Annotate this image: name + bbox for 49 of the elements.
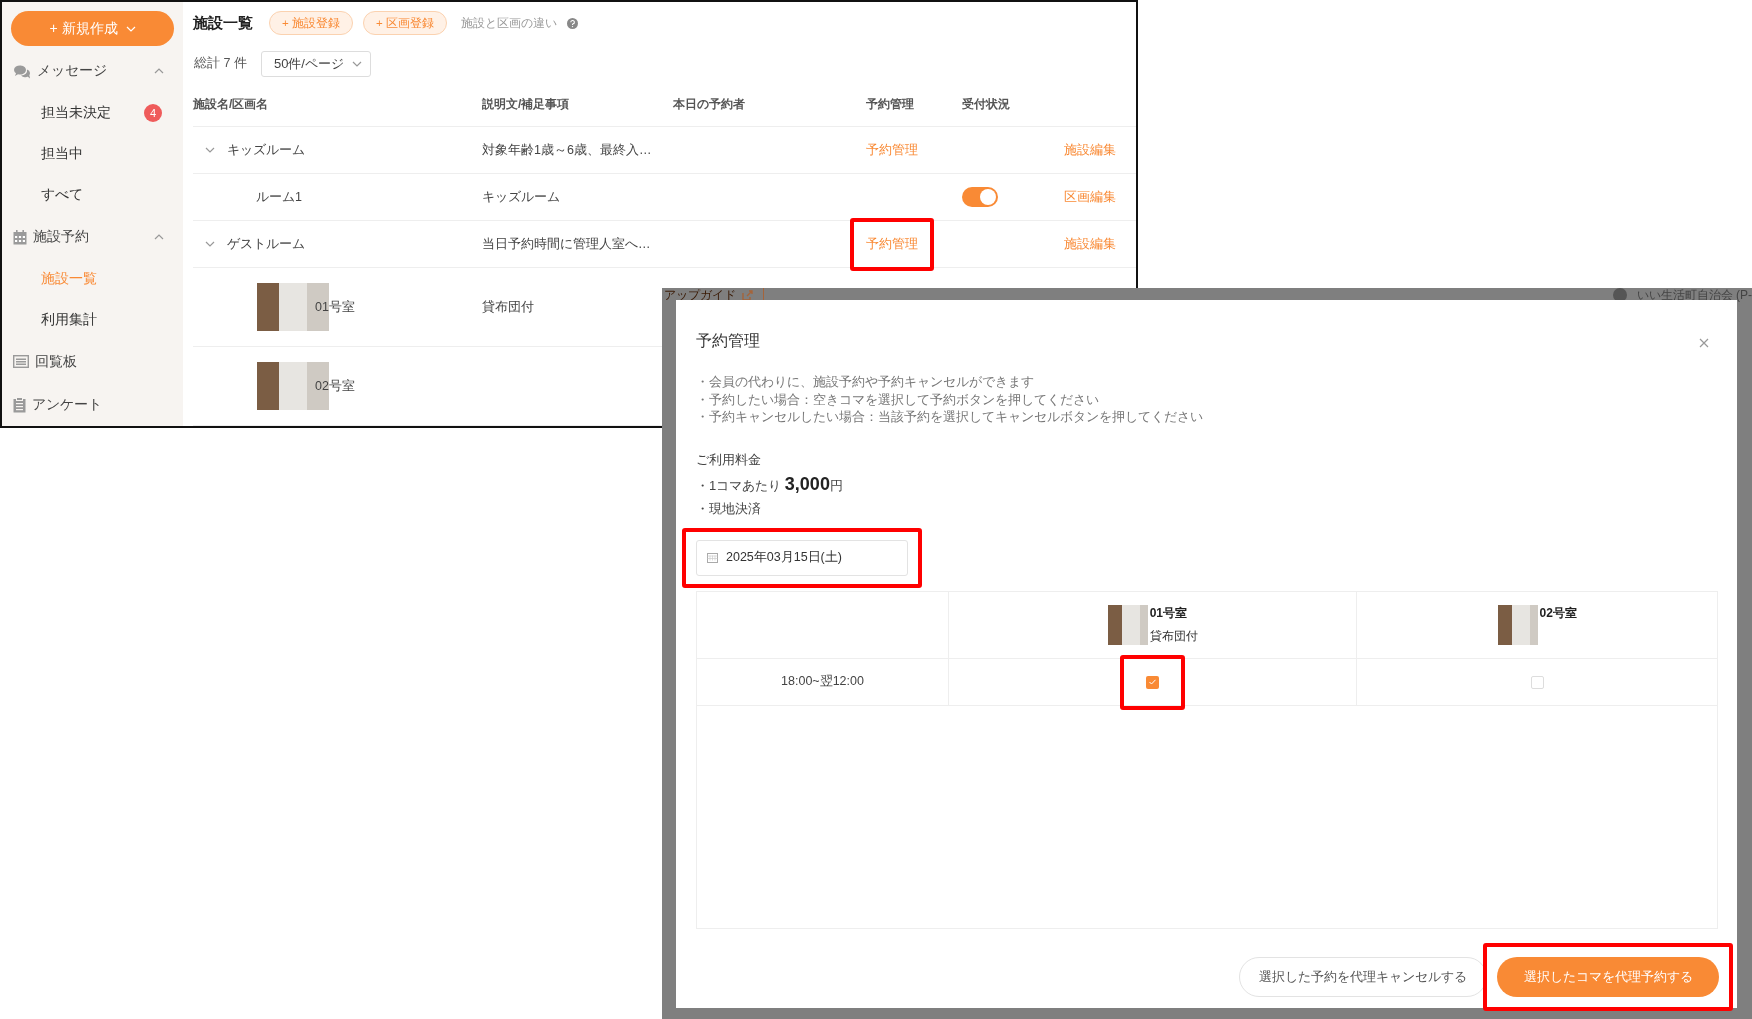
room-note: 貸布団付 [1149,627,1198,645]
page-title: 施設一覧 [193,13,253,33]
sidebar-group[interactable]: 回覧板 [11,340,174,384]
instruction-text: ・予約キャンセルしたい場合：当該予約を選択してキャンセルボタンを押してください [696,409,1204,426]
edit-link[interactable]: 区画編集 [1064,188,1116,206]
facility-name: ゲストルーム [227,235,305,253]
section-name: ルーム1 [193,174,482,221]
new-create-button[interactable]: + 新規作成 [11,11,174,47]
payment-method: ・現地決済 [696,499,762,518]
register-button[interactable]: + 施設登録 [269,11,353,36]
time-slot: 18:00~翌12:00 [696,658,949,705]
room-name: 02号室 [1539,604,1577,622]
count-badge: 4 [144,104,162,123]
fee-heading: ご利用料金 [696,450,762,469]
column-header: 受付状況 [962,83,1058,127]
description-text: 対象年齢1歳～6歳、最終入… [482,127,673,174]
sidebar-item[interactable]: 担当未決定 4 [11,92,174,134]
reservation-manage-link[interactable]: 予約管理 [866,235,918,253]
page-size-select[interactable]: 50件/ページ [260,50,371,77]
instruction-text: ・会員の代わりに、施設予約や予約キャンセルができます [696,374,1035,391]
sidebar-group[interactable]: アンケート [11,383,174,426]
column-header: 施設名/区画名 [193,83,482,127]
sidebar-group[interactable]: 施設予約 [11,215,174,259]
instruction-text: ・予約したい場合：空きコマを選択して予約ボタンを押してください [696,391,1100,409]
section-name: 01号室 [315,298,355,316]
sidebar-item[interactable]: 利用集計 [11,299,174,341]
proxy-reserve-button[interactable]: 選択したコマを代理予約する [1497,956,1719,997]
column-header: 予約管理 [866,83,962,127]
column-header: 本日の予約者 [673,83,866,127]
sidebar-item[interactable]: 施設一覧 [11,258,174,300]
description-text: キッズルーム [482,174,673,221]
date-field[interactable]: 2025年03月15日(土) [696,539,908,576]
sidebar-group[interactable]: メッセージ [11,50,174,93]
description-text: 当日予約時間に管理人室へ… [482,221,673,268]
register-button[interactable]: + 区画登録 [362,11,447,36]
edit-link[interactable]: 施設編集 [1064,235,1116,253]
guide-link[interactable]: アップガイド [664,288,736,302]
sidebar-item[interactable]: 担当中 [11,133,174,175]
edit-link[interactable]: 施設編集 [1064,141,1116,159]
section-name: 02号室 [315,377,355,395]
sidebar-item[interactable]: すべて [11,174,174,216]
total-count: 総計 7 件 [194,55,247,73]
column-header: 説明文/補足事項 [482,83,673,127]
facility-name: キッズルーム [227,141,305,159]
fee-per-slot: ・1コマあたり 3,000円 [696,473,1719,495]
modal-title: 予約管理 [696,331,760,351]
help-link[interactable]: 施設と区画の違い [460,15,557,31]
reservation-manage-link[interactable]: 予約管理 [866,141,918,159]
room-name: 01号室 [1149,604,1189,622]
